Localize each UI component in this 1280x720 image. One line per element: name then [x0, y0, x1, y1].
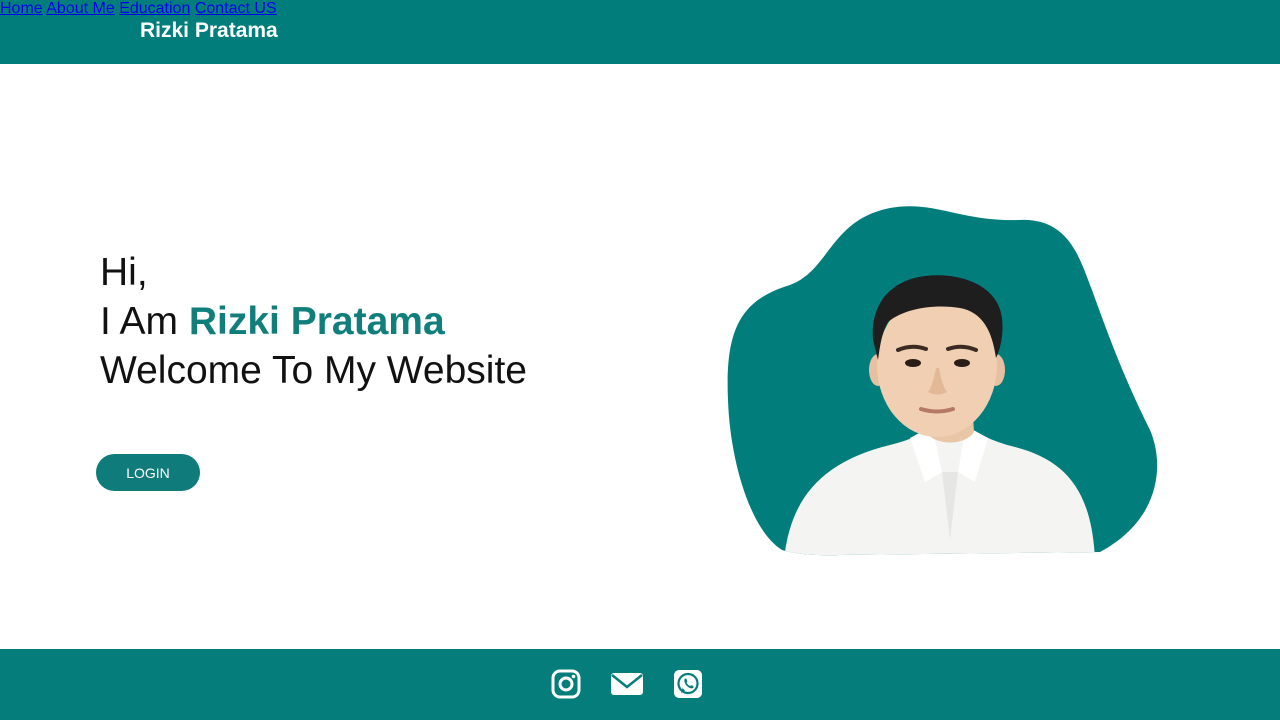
login-button[interactable]: LOGIN: [96, 454, 200, 491]
nav-link-education[interactable]: Education: [119, 0, 190, 17]
nav-link-about-me[interactable]: About Me: [46, 0, 114, 17]
whatsapp-icon[interactable]: [672, 668, 704, 700]
instagram-icon[interactable]: [550, 668, 582, 700]
profile-photo: [727, 206, 1158, 556]
hero-greeting: Hi,: [100, 251, 148, 294]
footer: [0, 649, 1280, 720]
site-brand[interactable]: Rizki Pratama: [140, 18, 278, 44]
main-nav: Home About Me Education Contact US: [0, 0, 1280, 18]
top-navbar: Rizki Pratama Home About Me Education Co…: [0, 0, 1280, 64]
mail-icon[interactable]: [610, 668, 644, 700]
hero-name: Rizki Pratama: [188, 300, 445, 343]
hero-welcome: Welcome To My Website: [100, 349, 527, 392]
nav-link-home[interactable]: Home: [0, 0, 43, 17]
nav-link-contact-us[interactable]: Contact US: [195, 0, 277, 17]
page: Rizki Pratama Home About Me Education Co…: [0, 0, 1280, 720]
hero-intro-prefix: I Am: [100, 300, 189, 343]
hero-heading: Hi, I Am Rizki Pratama Welcome To My Web…: [100, 248, 527, 395]
hero-intro-line: I Am Rizki Pratama: [100, 297, 527, 346]
